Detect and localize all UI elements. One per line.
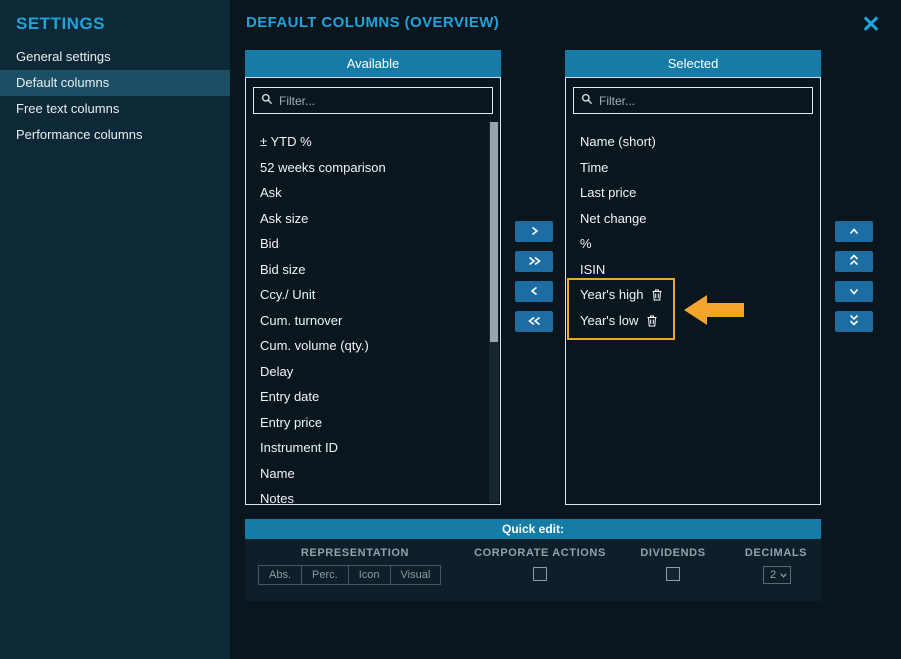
list-item[interactable]: Ccy./ Unit <box>247 282 499 308</box>
selected-filter-input[interactable] <box>599 94 805 108</box>
representation-perc-button[interactable]: Perc. <box>301 565 349 585</box>
double-chevron-right-icon <box>528 254 541 269</box>
quick-edit-header: Quick edit: <box>245 519 821 539</box>
decimals-value: 2 <box>770 569 776 581</box>
list-item[interactable]: Instrument ID <box>247 435 499 461</box>
move-top-button[interactable] <box>835 251 873 272</box>
list-item[interactable]: Name (short) <box>567 129 819 155</box>
order-buttons <box>835 221 873 332</box>
sidebar-item-general-settings[interactable]: General settings <box>0 44 230 70</box>
decimals-label: DECIMALS <box>745 547 807 559</box>
sidebar-title: SETTINGS <box>0 0 230 44</box>
list-item[interactable]: Entry price <box>247 410 499 436</box>
double-chevron-down-icon <box>849 314 859 329</box>
search-icon <box>581 92 593 110</box>
available-list: ± YTD % 52 weeks comparison Ask Ask size… <box>247 129 499 503</box>
move-left-button[interactable] <box>515 281 553 302</box>
representation-icon-button[interactable]: Icon <box>348 565 391 585</box>
move-bottom-button[interactable] <box>835 311 873 332</box>
scrollbar-track[interactable] <box>489 122 499 503</box>
list-item[interactable]: 52 weeks comparison <box>247 155 499 181</box>
available-filter <box>253 87 493 114</box>
sidebar-menu: General settings Default columns Free te… <box>0 44 230 148</box>
move-buttons <box>515 221 553 332</box>
search-icon <box>261 92 273 110</box>
representation-group: Abs. Perc. Icon Visual <box>258 565 441 585</box>
representation-abs-button[interactable]: Abs. <box>258 565 302 585</box>
corporate-actions-checkbox[interactable] <box>533 567 547 581</box>
list-item[interactable]: Notes <box>247 486 499 503</box>
move-down-button[interactable] <box>835 281 873 302</box>
list-item[interactable]: ± YTD % <box>247 129 499 155</box>
list-item[interactable]: Ask size <box>247 206 499 232</box>
trash-icon[interactable] <box>647 315 657 327</box>
list-item[interactable]: ISIN <box>567 257 819 283</box>
list-item[interactable]: Delay <box>247 359 499 385</box>
selected-panel-title: Selected <box>565 50 821 77</box>
settings-sidebar: SETTINGS General settings Default column… <box>0 0 230 659</box>
dividends-label: DIVIDENDS <box>640 547 705 559</box>
double-chevron-left-icon <box>528 314 541 329</box>
move-right-button[interactable] <box>515 221 553 242</box>
list-item[interactable]: Entry date <box>247 384 499 410</box>
chevron-down-icon <box>780 569 787 581</box>
move-up-button[interactable] <box>835 221 873 242</box>
list-item[interactable]: Cum. turnover <box>247 308 499 334</box>
list-item[interactable]: Time <box>567 155 819 181</box>
list-item[interactable]: Bid size <box>247 257 499 283</box>
available-panel-title: Available <box>245 50 501 77</box>
list-item[interactable]: Cum. volume (qty.) <box>247 333 499 359</box>
representation-label: REPRESENTATION <box>301 547 409 559</box>
selected-panel: Selected Name (short) Time Last price Ne… <box>565 50 821 505</box>
settings-dialog: SETTINGS General settings Default column… <box>0 0 901 659</box>
dividends-checkbox[interactable] <box>666 567 680 581</box>
scrollbar-thumb[interactable] <box>490 122 498 342</box>
available-filter-input[interactable] <box>279 94 485 108</box>
decimals-select[interactable]: 2 <box>763 566 791 584</box>
chevron-down-icon <box>849 284 859 299</box>
list-item[interactable]: Net change <box>567 206 819 232</box>
page-title: DEFAULT COLUMNS (OVERVIEW) <box>246 14 499 31</box>
chevron-up-icon <box>849 224 859 239</box>
selected-panel-body: Name (short) Time Last price Net change … <box>565 77 821 505</box>
selected-filter <box>573 87 813 114</box>
sidebar-item-default-columns[interactable]: Default columns <box>0 70 230 96</box>
move-all-left-button[interactable] <box>515 311 553 332</box>
list-item[interactable]: % <box>567 231 819 257</box>
callout-arrow-icon <box>684 295 744 330</box>
corporate-actions-label: CORPORATE ACTIONS <box>474 547 606 559</box>
quick-edit-body: REPRESENTATION CORPORATE ACTIONS DIVIDEN… <box>245 539 821 601</box>
available-panel: Available ± YTD % 52 weeks comparison As… <box>245 50 501 505</box>
sidebar-item-performance-columns[interactable]: Performance columns <box>0 122 230 148</box>
close-icon[interactable]: ✕ <box>857 10 885 38</box>
list-item[interactable]: Bid <box>247 231 499 257</box>
available-panel-body: ± YTD % 52 weeks comparison Ask Ask size… <box>245 77 501 505</box>
chevron-left-icon <box>530 284 539 299</box>
list-item[interactable]: Ask <box>247 180 499 206</box>
list-item[interactable]: Last price <box>567 180 819 206</box>
double-chevron-up-icon <box>849 254 859 269</box>
chevron-right-icon <box>530 224 539 239</box>
list-item[interactable]: Name <box>247 461 499 487</box>
sidebar-item-free-text-columns[interactable]: Free text columns <box>0 96 230 122</box>
representation-visual-button[interactable]: Visual <box>390 565 442 585</box>
move-all-right-button[interactable] <box>515 251 553 272</box>
trash-icon[interactable] <box>652 289 662 301</box>
